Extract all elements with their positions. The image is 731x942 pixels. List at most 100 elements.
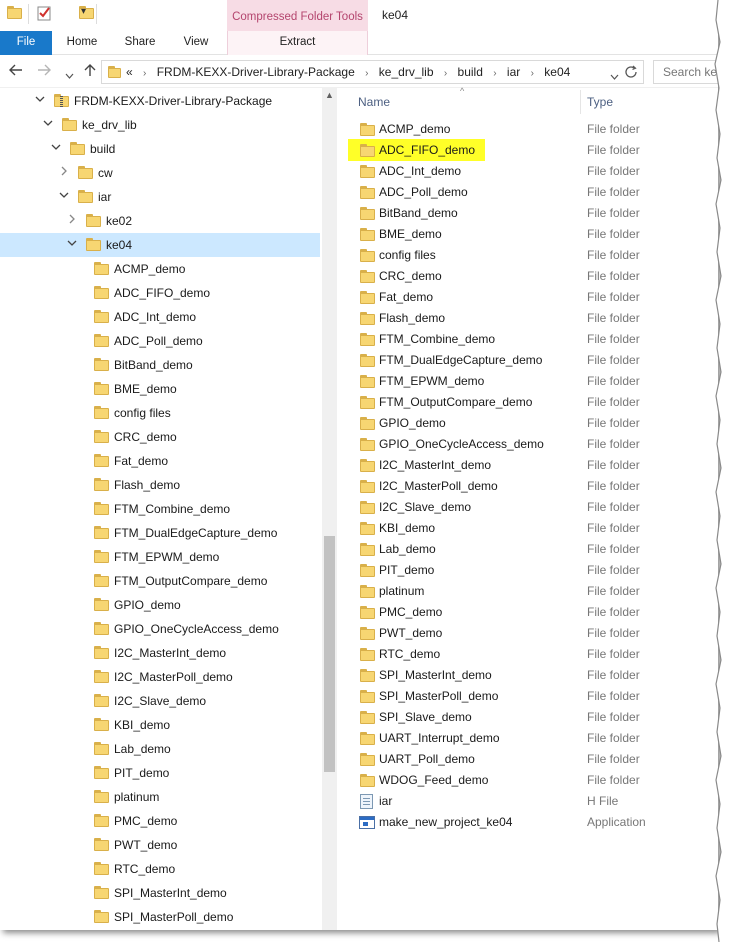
tree-item[interactable]: PWT_demo	[0, 833, 320, 857]
file-row[interactable]: PIT_demo File folder	[337, 560, 718, 581]
properties-icon[interactable]	[37, 5, 52, 21]
tree-item[interactable]: platinum	[0, 785, 320, 809]
tree-item[interactable]: I2C_MasterPoll_demo	[0, 665, 320, 689]
address-bar[interactable]: « › FRDM-KEXX-Driver-Library-Package › k…	[101, 60, 644, 84]
tree-item[interactable]: GPIO_demo	[0, 593, 320, 617]
tree-item[interactable]: FTM_OutputCompare_demo	[0, 569, 320, 593]
file-row[interactable]: Flash_demo File folder	[337, 308, 718, 329]
tree-item[interactable]: build	[0, 137, 320, 161]
chevron-down-icon[interactable]	[51, 142, 61, 155]
file-row[interactable]: SPI_MasterPoll_demo File folder	[337, 686, 718, 707]
file-row[interactable]: ACMP_demo File folder	[337, 119, 718, 140]
file-row[interactable]: SPI_Slave_demo File folder	[337, 707, 718, 728]
file-row[interactable]: WDOG_Feed_demo File folder	[337, 770, 718, 791]
file-row[interactable]: KBI_demo File folder	[337, 518, 718, 539]
breadcrumb-overflow[interactable]: «	[126, 65, 133, 79]
tree-item[interactable]: RTC_demo	[0, 857, 320, 881]
breadcrumb-item[interactable]: ke_drv_lib	[379, 65, 434, 79]
column-header-name[interactable]: Name	[358, 95, 390, 109]
tab-home[interactable]: Home	[58, 31, 106, 55]
tree-item[interactable]: FTM_EPWM_demo	[0, 545, 320, 569]
tab-extract[interactable]: Extract	[227, 31, 368, 55]
tree-item[interactable]: ADC_Poll_demo	[0, 329, 320, 353]
chevron-right-icon[interactable]	[67, 214, 77, 227]
breadcrumb-separator-icon[interactable]: ›	[143, 68, 146, 79]
file-row[interactable]: Lab_demo File folder	[337, 539, 718, 560]
breadcrumb-item[interactable]: iar	[507, 65, 520, 79]
file-row[interactable]: I2C_MasterPoll_demo File folder	[337, 476, 718, 497]
column-header-type[interactable]: Type	[587, 95, 613, 109]
up-arrow-icon[interactable]	[83, 63, 97, 80]
tree-item[interactable]: I2C_MasterInt_demo	[0, 641, 320, 665]
chevron-down-icon[interactable]	[35, 94, 45, 107]
refresh-icon[interactable]	[625, 65, 638, 82]
tree-item[interactable]: FTM_Combine_demo	[0, 497, 320, 521]
tab-view[interactable]: View	[172, 31, 220, 55]
file-row[interactable]: I2C_Slave_demo File folder	[337, 497, 718, 518]
file-row[interactable]: SPI_MasterInt_demo File folder	[337, 665, 718, 686]
file-row[interactable]: UART_Interrupt_demo File folder	[337, 728, 718, 749]
tree-item[interactable]: FRDM-KEXX-Driver-Library-Package	[0, 89, 320, 113]
file-row[interactable]: iar H File	[337, 791, 718, 812]
file-row[interactable]: Fat_demo File folder	[337, 287, 718, 308]
scrollbar-thumb[interactable]	[324, 536, 335, 772]
tree-item[interactable]: Flash_demo	[0, 473, 320, 497]
breadcrumb-separator-icon[interactable]: ›	[531, 68, 534, 79]
chevron-down-icon[interactable]	[59, 190, 69, 203]
tree-item[interactable]: PIT_demo	[0, 761, 320, 785]
file-row[interactable]: GPIO_OneCycleAccess_demo File folder	[337, 434, 718, 455]
tree-item[interactable]: cw	[0, 161, 320, 185]
chevron-down-icon[interactable]	[43, 118, 53, 131]
file-row[interactable]: ADC_Poll_demo File folder	[337, 182, 718, 203]
tree-item[interactable]: BME_demo	[0, 377, 320, 401]
tree-item[interactable]: ke04	[0, 233, 320, 257]
tree-item[interactable]: ADC_FIFO_demo	[0, 281, 320, 305]
file-row[interactable]: FTM_OutputCompare_demo File folder	[337, 392, 718, 413]
tab-file[interactable]: File	[0, 31, 52, 55]
customize-quick-access-icon[interactable]: ▾	[81, 6, 86, 17]
breadcrumb-item[interactable]: FRDM-KEXX-Driver-Library-Package	[157, 65, 355, 79]
tree-item[interactable]: BitBand_demo	[0, 353, 320, 377]
file-row[interactable]: UART_Poll_demo File folder	[337, 749, 718, 770]
file-row[interactable]: make_new_project_ke04 Application	[337, 812, 718, 833]
tree-item[interactable]: I2C_Slave_demo	[0, 689, 320, 713]
tree-item[interactable]: GPIO_OneCycleAccess_demo	[0, 617, 320, 641]
recent-locations-chevron-icon[interactable]	[65, 66, 74, 82]
file-row[interactable]: BME_demo File folder	[337, 224, 718, 245]
file-row[interactable]: CRC_demo File folder	[337, 266, 718, 287]
file-row[interactable]: config files File folder	[337, 245, 718, 266]
file-row[interactable]: RTC_demo File folder	[337, 644, 718, 665]
tree-item[interactable]: ADC_Int_demo	[0, 305, 320, 329]
tree-item[interactable]: ACMP_demo	[0, 257, 320, 281]
file-row[interactable]: GPIO_demo File folder	[337, 413, 718, 434]
file-row[interactable]: FTM_Combine_demo File folder	[337, 329, 718, 350]
tree-item[interactable]: SPI_MasterPoll_demo	[0, 905, 320, 929]
breadcrumb-item[interactable]: ke04	[544, 65, 570, 79]
breadcrumb-separator-icon[interactable]: ›	[365, 68, 368, 79]
address-dropdown-icon[interactable]	[610, 69, 619, 83]
tree-item[interactable]: Fat_demo	[0, 449, 320, 473]
back-arrow-icon[interactable]	[9, 63, 23, 80]
file-row[interactable]: PWT_demo File folder	[337, 623, 718, 644]
tree-item[interactable]: Lab_demo	[0, 737, 320, 761]
tree-item[interactable]: SPI_MasterInt_demo	[0, 881, 320, 905]
breadcrumb-item[interactable]: build	[458, 65, 483, 79]
forward-arrow-icon[interactable]	[37, 63, 51, 80]
file-row[interactable]: ADC_Int_demo File folder	[337, 161, 718, 182]
file-row[interactable]: platinum File folder	[337, 581, 718, 602]
tree-item[interactable]: PMC_demo	[0, 809, 320, 833]
tree-item[interactable]: iar	[0, 185, 320, 209]
scroll-up-arrow-icon[interactable]: ▲	[325, 90, 334, 100]
breadcrumb-separator-icon[interactable]: ›	[444, 68, 447, 79]
column-divider[interactable]	[580, 90, 581, 114]
chevron-right-icon[interactable]	[59, 166, 69, 179]
tree-item[interactable]: ke_drv_lib	[0, 113, 320, 137]
tree-item[interactable]: FTM_DualEdgeCapture_demo	[0, 521, 320, 545]
file-row[interactable]: PMC_demo File folder	[337, 602, 718, 623]
nav-scrollbar[interactable]: ▲	[322, 88, 337, 930]
file-row[interactable]: FTM_EPWM_demo File folder	[337, 371, 718, 392]
file-row[interactable]: ADC_FIFO_demo File folder	[337, 139, 718, 161]
tab-share[interactable]: Share	[116, 31, 164, 55]
tree-item[interactable]: CRC_demo	[0, 425, 320, 449]
chevron-down-icon[interactable]	[67, 238, 77, 251]
